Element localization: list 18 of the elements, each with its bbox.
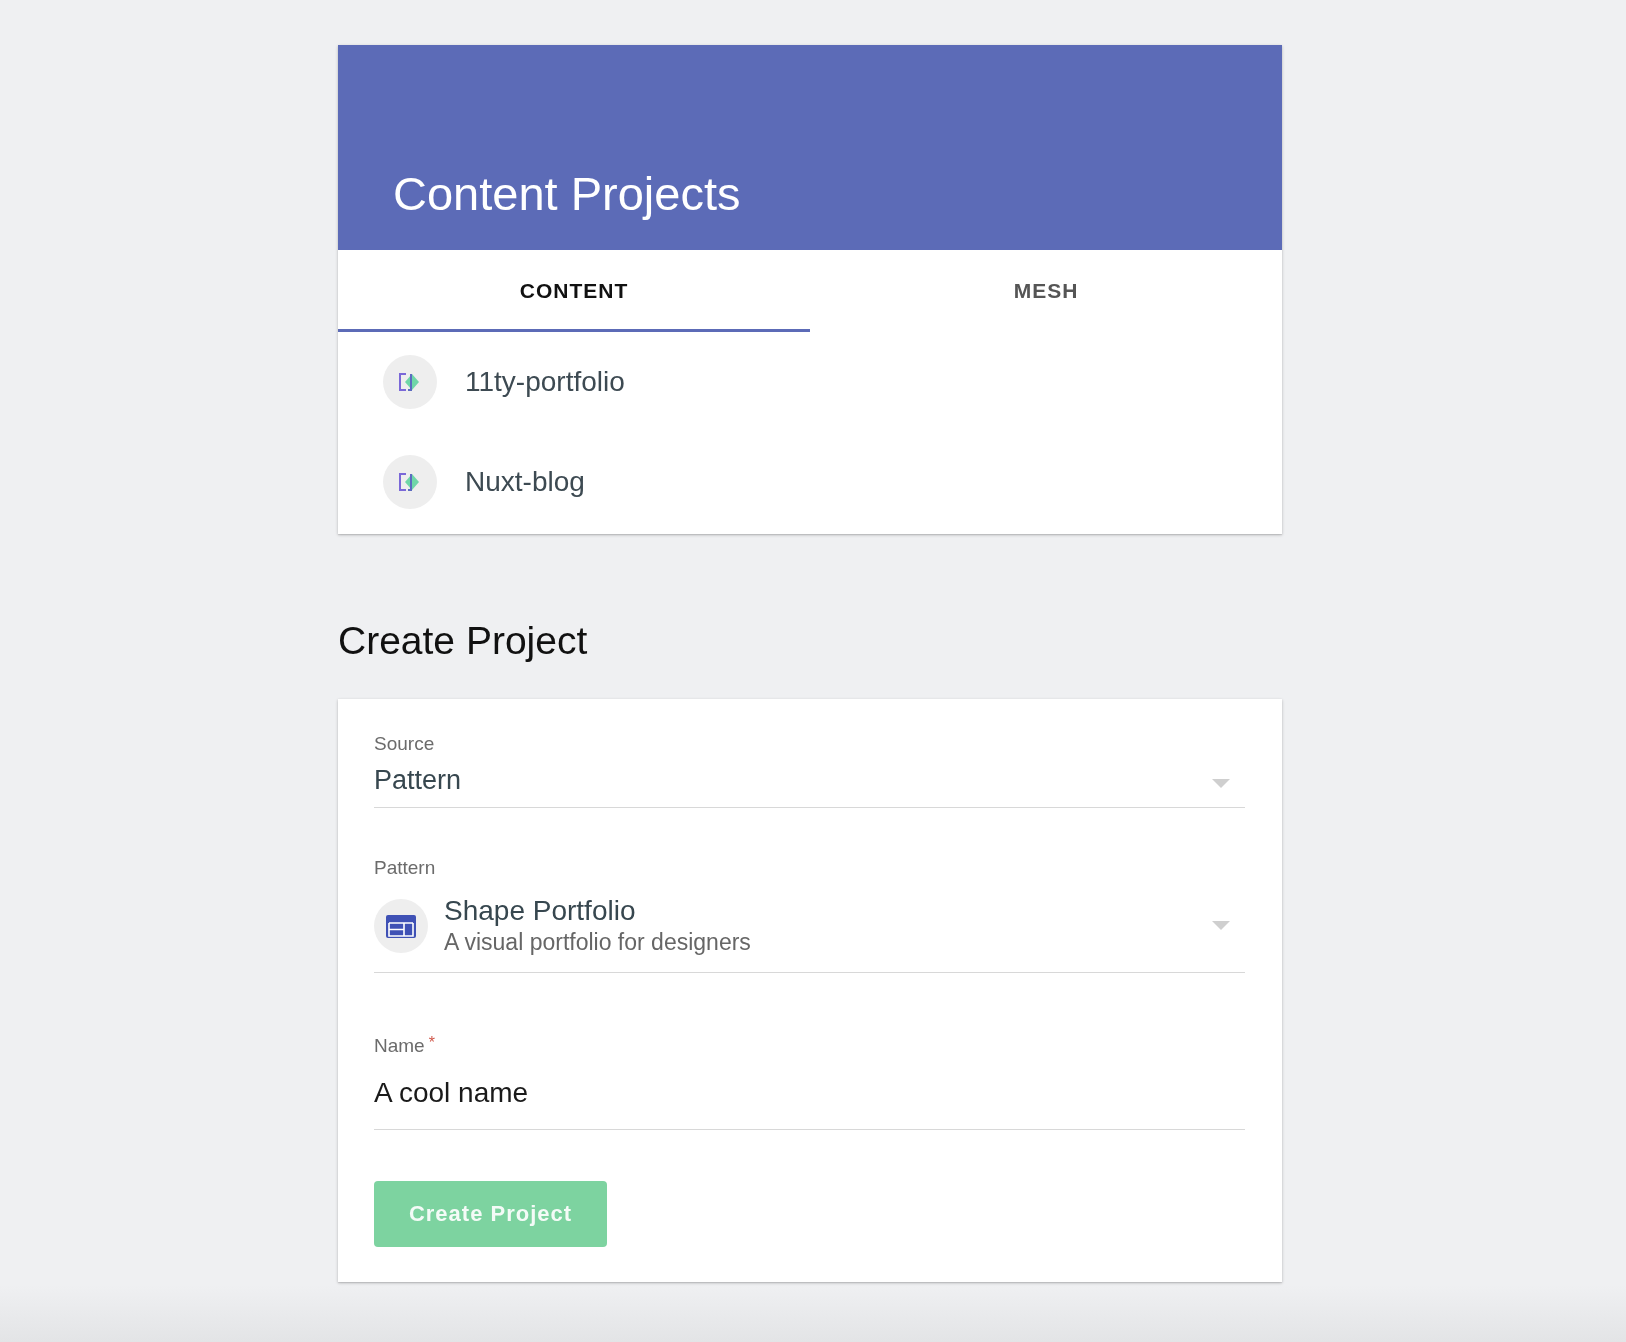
tab[interactable]: MESH [810,250,1282,332]
field-label: Name [374,1033,425,1057]
tab[interactable]: CONTENT [338,250,810,332]
pattern-select[interactable]: Shape Portfolio A visual portfolio for designers [374,878,1245,973]
page-title: Content Projects [393,165,741,222]
project-item[interactable]: Nuxt-blog [338,432,1282,532]
layout-icon [374,898,428,953]
required-mark: * [428,1033,435,1052]
source-select[interactable]: Pattern [374,754,1245,808]
field-label: Source [374,731,435,755]
project-item[interactable]: 11ty-portfolio [338,332,1282,432]
section-heading: Create Project [338,618,589,664]
caret-icon [1212,921,1230,931]
pattern-title: Shape Portfolio [444,894,637,927]
pattern-description: A visual portfolio for designers [444,927,752,957]
caret-icon [1212,779,1230,789]
field-label: Pattern [374,855,436,879]
name-input[interactable]: A cool name [374,1070,1245,1130]
